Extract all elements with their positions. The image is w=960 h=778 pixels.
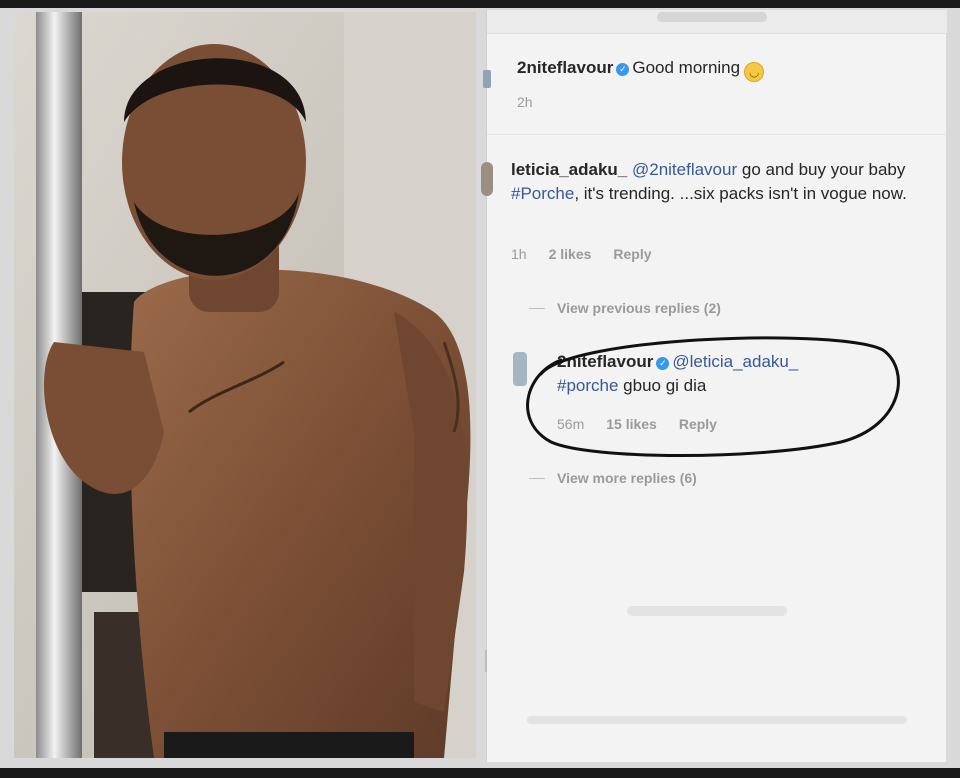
username[interactable]: 2niteflavour: [517, 58, 613, 77]
view-previous-label: View previous replies (2): [557, 300, 721, 316]
dash-line: [529, 308, 545, 309]
verified-badge-icon: ✓: [616, 63, 630, 76]
caption-text: Good morning: [632, 58, 741, 77]
hand-drawn-circle-annotation: [526, 336, 900, 457]
likes-count[interactable]: 2 likes: [549, 246, 592, 262]
timestamp: 1h: [511, 246, 527, 262]
view-previous-replies[interactable]: View previous replies (2): [529, 300, 721, 316]
faded-header-text: [657, 12, 767, 22]
avatar[interactable]: [481, 162, 493, 196]
dash-line: [529, 478, 545, 479]
comments-panel: 2niteflavour ✓ Good morning ◡ 2h leticia_ad…: [481, 10, 947, 762]
avatar[interactable]: [483, 70, 491, 88]
faded-content: [527, 716, 907, 724]
comment-text-part: go and buy your baby: [737, 160, 906, 179]
timestamp: 2h: [517, 94, 533, 110]
caption-meta: 2h: [517, 94, 555, 110]
comment-meta: 1h 2 likes Reply: [511, 246, 674, 262]
top-border: [0, 0, 960, 8]
username[interactable]: leticia_adaku_: [511, 160, 627, 179]
divider: [487, 134, 947, 135]
bottom-border: [0, 768, 960, 778]
post-caption: 2niteflavour ✓ Good morning ◡: [517, 56, 937, 82]
profile-photo: [14, 12, 476, 758]
screenshot-canvas: 2niteflavour ✓ Good morning ◡ 2h leticia_ad…: [0, 0, 960, 778]
hashtag-link[interactable]: #Porche: [511, 184, 574, 203]
comment-text: leticia_adaku_ @2niteflavour go and buy …: [511, 158, 911, 206]
view-more-label: View more replies (6): [557, 470, 697, 486]
reply-button[interactable]: Reply: [613, 246, 651, 262]
scroll-indicator: [485, 650, 487, 672]
photo-illustration: [14, 12, 476, 758]
panel-header: [487, 10, 947, 34]
view-more-replies[interactable]: View more replies (6): [529, 470, 697, 486]
faded-content: [627, 606, 787, 616]
smiley-emoji-icon: ◡: [744, 62, 765, 82]
mention-link[interactable]: @2niteflavour: [632, 160, 737, 179]
comment-text-part: , it's trending. ...six packs isn't in v…: [574, 184, 907, 203]
